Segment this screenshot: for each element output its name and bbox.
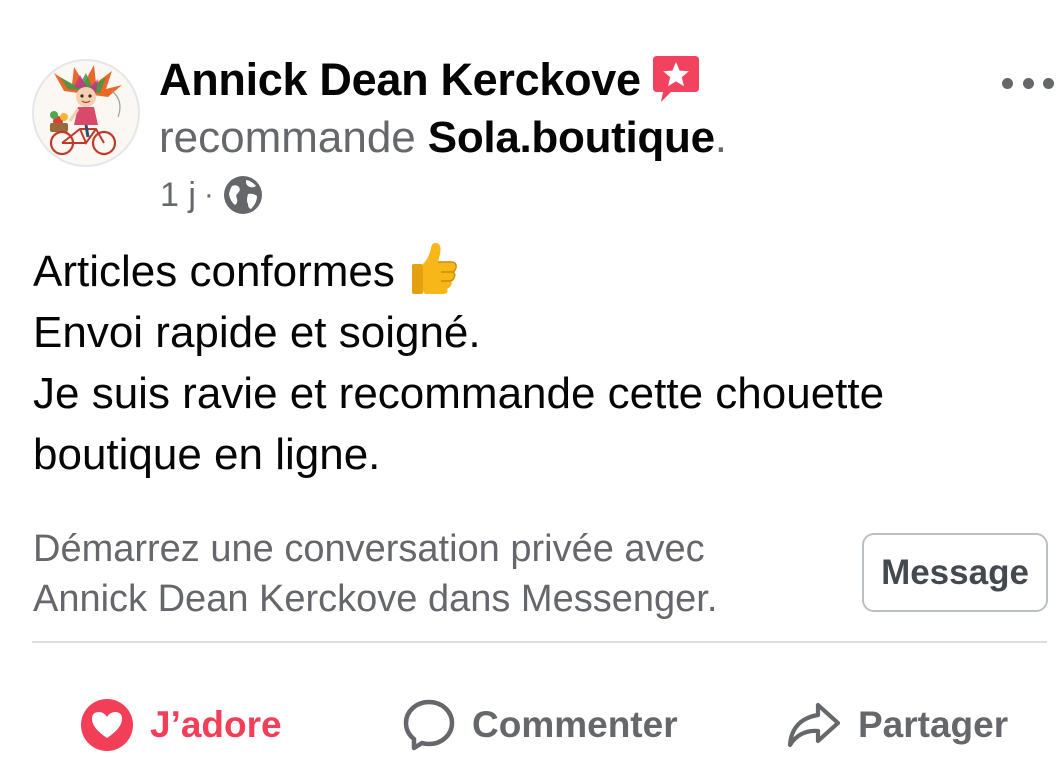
more-options-button[interactable] xyxy=(1000,68,1056,98)
post-body: Articles conformes Envoi rapide et soign… xyxy=(33,240,1033,485)
post-text-line-1: Articles conformes xyxy=(33,247,395,296)
messenger-cta-line-1: Démarrez une conversation privée avec xyxy=(33,528,705,570)
post-meta: 1 j · xyxy=(160,172,264,218)
recommend-verb: recommande xyxy=(159,113,416,162)
meta-separator: · xyxy=(203,178,214,211)
globe-icon xyxy=(222,174,264,216)
recommendation-star-icon xyxy=(651,54,701,106)
thumbs-up-emoji-icon xyxy=(409,240,459,296)
author-name[interactable]: Annick Dean Kerckove xyxy=(159,54,641,106)
share-arrow-icon xyxy=(787,702,841,748)
comment-button[interactable]: Commenter xyxy=(402,680,678,770)
message-button[interactable]: Message xyxy=(862,533,1048,612)
action-bar: J’adore Commenter Partager xyxy=(0,680,1059,770)
messenger-cta-text: Démarrez une conversation privée avec An… xyxy=(33,524,833,624)
author-avatar[interactable] xyxy=(32,59,140,167)
comment-label: Commenter xyxy=(472,704,678,745)
share-button[interactable]: Partager xyxy=(786,680,1008,770)
comment-bubble-icon xyxy=(403,699,455,751)
avatar-illustration xyxy=(34,61,138,165)
post-timestamp[interactable]: 1 j xyxy=(160,176,196,215)
post-text-line-2: Envoi rapide et soigné. xyxy=(33,308,481,357)
dot-icon xyxy=(1043,77,1054,89)
page-name-suffix: . xyxy=(714,113,727,162)
recommendation-line: recommande Sola.boutique . xyxy=(159,110,727,166)
love-reaction-button[interactable]: J’adore xyxy=(80,680,282,770)
dot-icon xyxy=(1002,77,1013,89)
post-text-line: Articles conformes xyxy=(33,240,1033,302)
author-line: Annick Dean Kerckove xyxy=(159,52,701,108)
post-text-line-3: Je suis ravie et recommande cette chouet… xyxy=(33,369,885,418)
divider xyxy=(32,641,1047,643)
dot-icon xyxy=(1022,77,1034,89)
share-label: Partager xyxy=(858,704,1009,745)
heart-icon xyxy=(81,699,133,751)
messenger-cta-line-2: Annick Dean Kerckove dans Messenger. xyxy=(33,578,718,620)
page-name-link[interactable]: Sola.boutique xyxy=(428,113,715,163)
post-text-line-4: boutique en ligne. xyxy=(33,430,381,479)
love-label: J’adore xyxy=(150,704,282,745)
